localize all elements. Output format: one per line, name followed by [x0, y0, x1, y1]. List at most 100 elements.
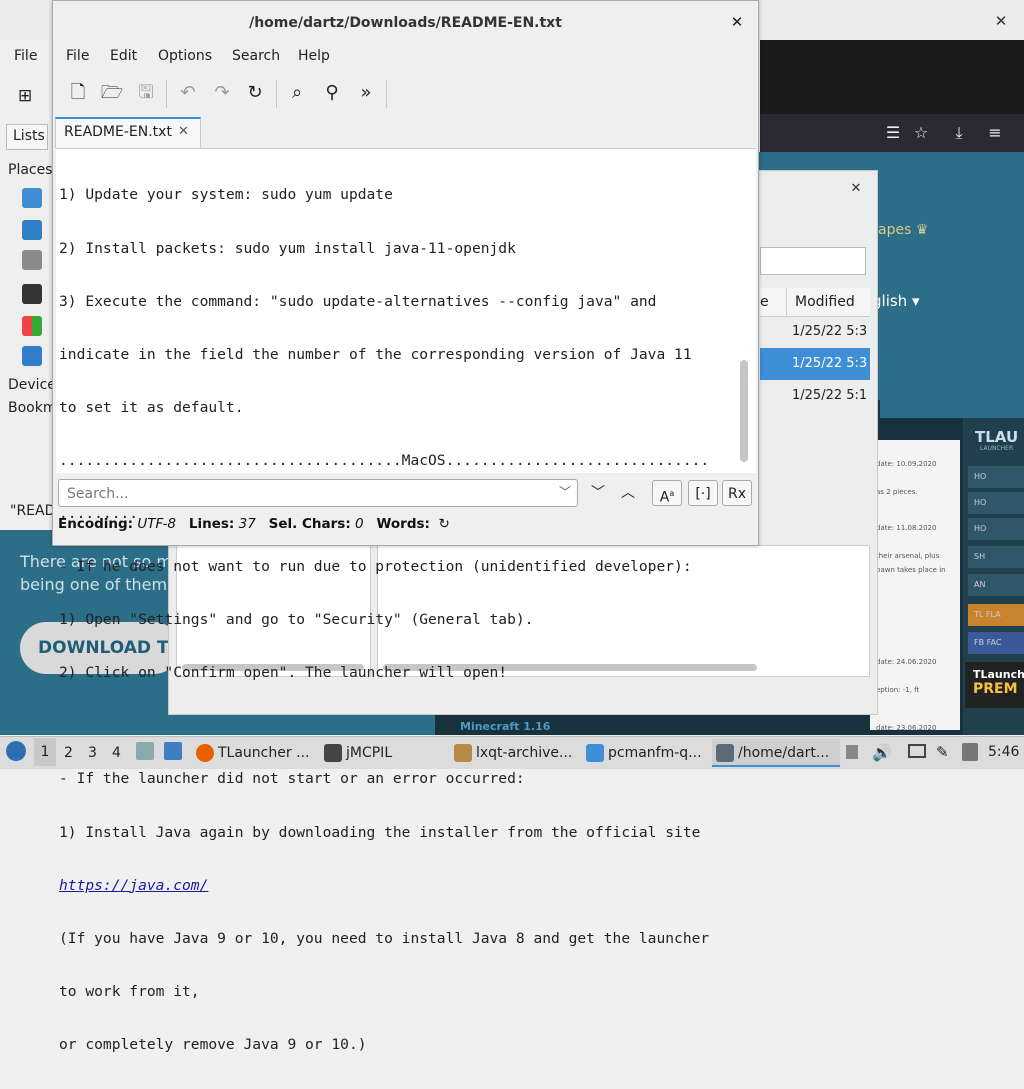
find-previous-icon[interactable]: ︿	[614, 480, 642, 506]
text-area[interactable]: 1) Update your system: sudo yum update 2…	[56, 148, 756, 1053]
tab-lists[interactable]: Lists	[6, 124, 48, 150]
premium-promo[interactable]: TLaunch PREM	[965, 662, 1024, 708]
apps-icon[interactable]	[22, 316, 42, 336]
tray-clipboard-icon[interactable]	[846, 745, 858, 759]
find-next-icon[interactable]: ﹀	[584, 480, 612, 506]
browser-close-icon[interactable]: ✕	[990, 10, 1012, 32]
text-line: indicate in the field the number of the …	[59, 345, 692, 363]
launcher-row-flash[interactable]: TL FLA	[968, 604, 1024, 626]
table-row[interactable]: 1/25/22 5:1	[760, 380, 870, 412]
text-line: 1) Install Java again by downloading the…	[59, 823, 701, 841]
workspace-3[interactable]: 3	[88, 745, 97, 761]
menu-search[interactable]: Search	[232, 48, 280, 64]
battery-icon[interactable]	[962, 743, 978, 761]
menu-file[interactable]: File	[66, 48, 89, 64]
undo-icon[interactable]: ↶	[175, 80, 201, 106]
text-line: (If you have Java 9 or 10, you need to i…	[59, 929, 710, 947]
java-link[interactable]: https://java.com/	[59, 877, 208, 894]
match-case-button[interactable]: Aa	[652, 480, 682, 506]
redo-icon[interactable]: ↷	[209, 80, 235, 106]
launcher-row[interactable]: SH	[968, 546, 1024, 568]
text-line: or completely remove Java 9 or 10.)	[59, 1035, 367, 1053]
start-menu-icon[interactable]	[6, 741, 26, 761]
new-file-icon[interactable]: 🗋	[65, 80, 91, 106]
window-close-icon[interactable]: ✕	[728, 13, 746, 31]
trash-icon[interactable]	[22, 250, 42, 270]
menu-options[interactable]: Options	[158, 48, 212, 64]
text-line: - If the launcher did not start or an er…	[59, 770, 525, 788]
status-bar: Encoding: UTF-8 Lines: 37 Sel. Chars: 0 …	[58, 516, 450, 532]
news-item: pawn takes place in	[876, 566, 946, 574]
workspace-2[interactable]: 2	[64, 745, 73, 761]
desktop-icon[interactable]	[22, 220, 42, 240]
home-folder-icon[interactable]	[22, 188, 42, 208]
launcher-row[interactable]: HO	[968, 492, 1024, 514]
news-item: date: 10.09.2020	[876, 460, 937, 468]
new-window-icon[interactable]: ⊞	[18, 86, 32, 106]
file-manager-launcher-icon[interactable]	[136, 742, 154, 760]
open-file-icon[interactable]: 🗁	[99, 80, 125, 106]
workspace-1[interactable]: 1	[34, 738, 56, 766]
language-selector[interactable]: glish ▾	[872, 292, 919, 310]
workspace-4[interactable]: 4	[112, 745, 121, 761]
refresh-words-icon[interactable]: ↻	[439, 516, 450, 532]
menu-help[interactable]: Help	[298, 48, 330, 64]
table-row[interactable]: 1/25/22 5:3	[760, 316, 870, 348]
chevron-down-icon[interactable]: ﹀	[559, 483, 571, 500]
launcher-row[interactable]: HO	[968, 466, 1024, 488]
text-line: - If he does not want to run due to prot…	[59, 558, 692, 576]
clock[interactable]: 5:46	[988, 744, 1019, 760]
places-header: Places	[8, 162, 53, 178]
network-icon[interactable]	[22, 346, 42, 366]
archiver-path-field[interactable]	[760, 247, 866, 275]
news-item: date: 24.06.2020	[876, 658, 937, 666]
column-type[interactable]: e	[760, 294, 769, 310]
find-replace-icon[interactable]: ⚲	[319, 80, 345, 106]
task-editor[interactable]: /home/dart...	[712, 739, 840, 767]
app-icon	[324, 744, 342, 762]
launcher-row[interactable]: AN	[968, 574, 1024, 596]
firefox-icon	[196, 744, 214, 762]
news-item: date: 11.08.2020	[876, 524, 937, 532]
page-nav-item[interactable]: apes ♛	[878, 222, 928, 238]
computer-icon[interactable]	[22, 284, 42, 304]
tab-close-icon[interactable]: ✕	[178, 124, 189, 139]
bookmark-star-icon[interactable]: ☆	[910, 122, 932, 144]
column-modified[interactable]: Modified	[786, 288, 855, 316]
window-title: /home/dartz/Downloads/README-EN.txt	[249, 15, 562, 31]
browser-toolbar: ☰ ☆ ⤓ ≡	[760, 114, 1024, 152]
archiver-close-icon[interactable]: ✕	[848, 181, 864, 197]
menu-edit[interactable]: Edit	[110, 48, 137, 64]
task-jmcpil[interactable]: jMCPIL	[320, 739, 446, 767]
launcher-row[interactable]: HO	[968, 518, 1024, 540]
table-row-selected[interactable]: 1/25/22 5:3	[760, 348, 870, 380]
launcher-logo-sub: LAUNCHER	[980, 445, 1014, 452]
text-scrollbar[interactable]	[740, 360, 748, 462]
reader-view-icon[interactable]: ☰	[882, 122, 904, 144]
fm-menu-file[interactable]: File	[14, 48, 37, 64]
save-icon[interactable]: 🖫	[133, 80, 159, 106]
network-tray-icon[interactable]	[908, 744, 926, 758]
task-tlauncher[interactable]: TLauncher ...	[192, 739, 316, 767]
task-pcmanfm[interactable]: pcmanfm-q...	[582, 739, 708, 767]
whole-word-button[interactable]: [·]	[688, 480, 718, 506]
find-icon[interactable]: ⌕	[284, 80, 310, 106]
download-icon[interactable]: ⤓	[948, 122, 970, 144]
show-desktop-icon[interactable]	[164, 742, 182, 760]
news-item: eption: -1, ft	[876, 686, 920, 694]
search-input[interactable]	[65, 483, 549, 505]
regex-button[interactable]: Rx	[722, 480, 752, 506]
menu-icon[interactable]: ≡	[984, 122, 1006, 144]
browser-tabstrip	[760, 40, 1024, 114]
more-tools-icon[interactable]: »	[353, 80, 379, 106]
volume-icon[interactable]: 🔊	[872, 743, 892, 762]
launcher-row-facebook[interactable]: FB FAC	[968, 632, 1024, 654]
reload-icon[interactable]: ↻	[242, 80, 268, 106]
notes-tray-icon[interactable]: ✎	[936, 743, 949, 761]
toolbar-separator	[276, 80, 277, 108]
folder-icon	[586, 744, 604, 762]
text-line: 3) Execute the command: "sudo update-alt…	[59, 292, 657, 310]
search-field[interactable]: ﹀	[58, 479, 578, 507]
task-archiver[interactable]: lxqt-archive...	[450, 739, 578, 767]
file-manager-pane: File ⊞ Lists Places Device Bookm	[0, 40, 60, 530]
